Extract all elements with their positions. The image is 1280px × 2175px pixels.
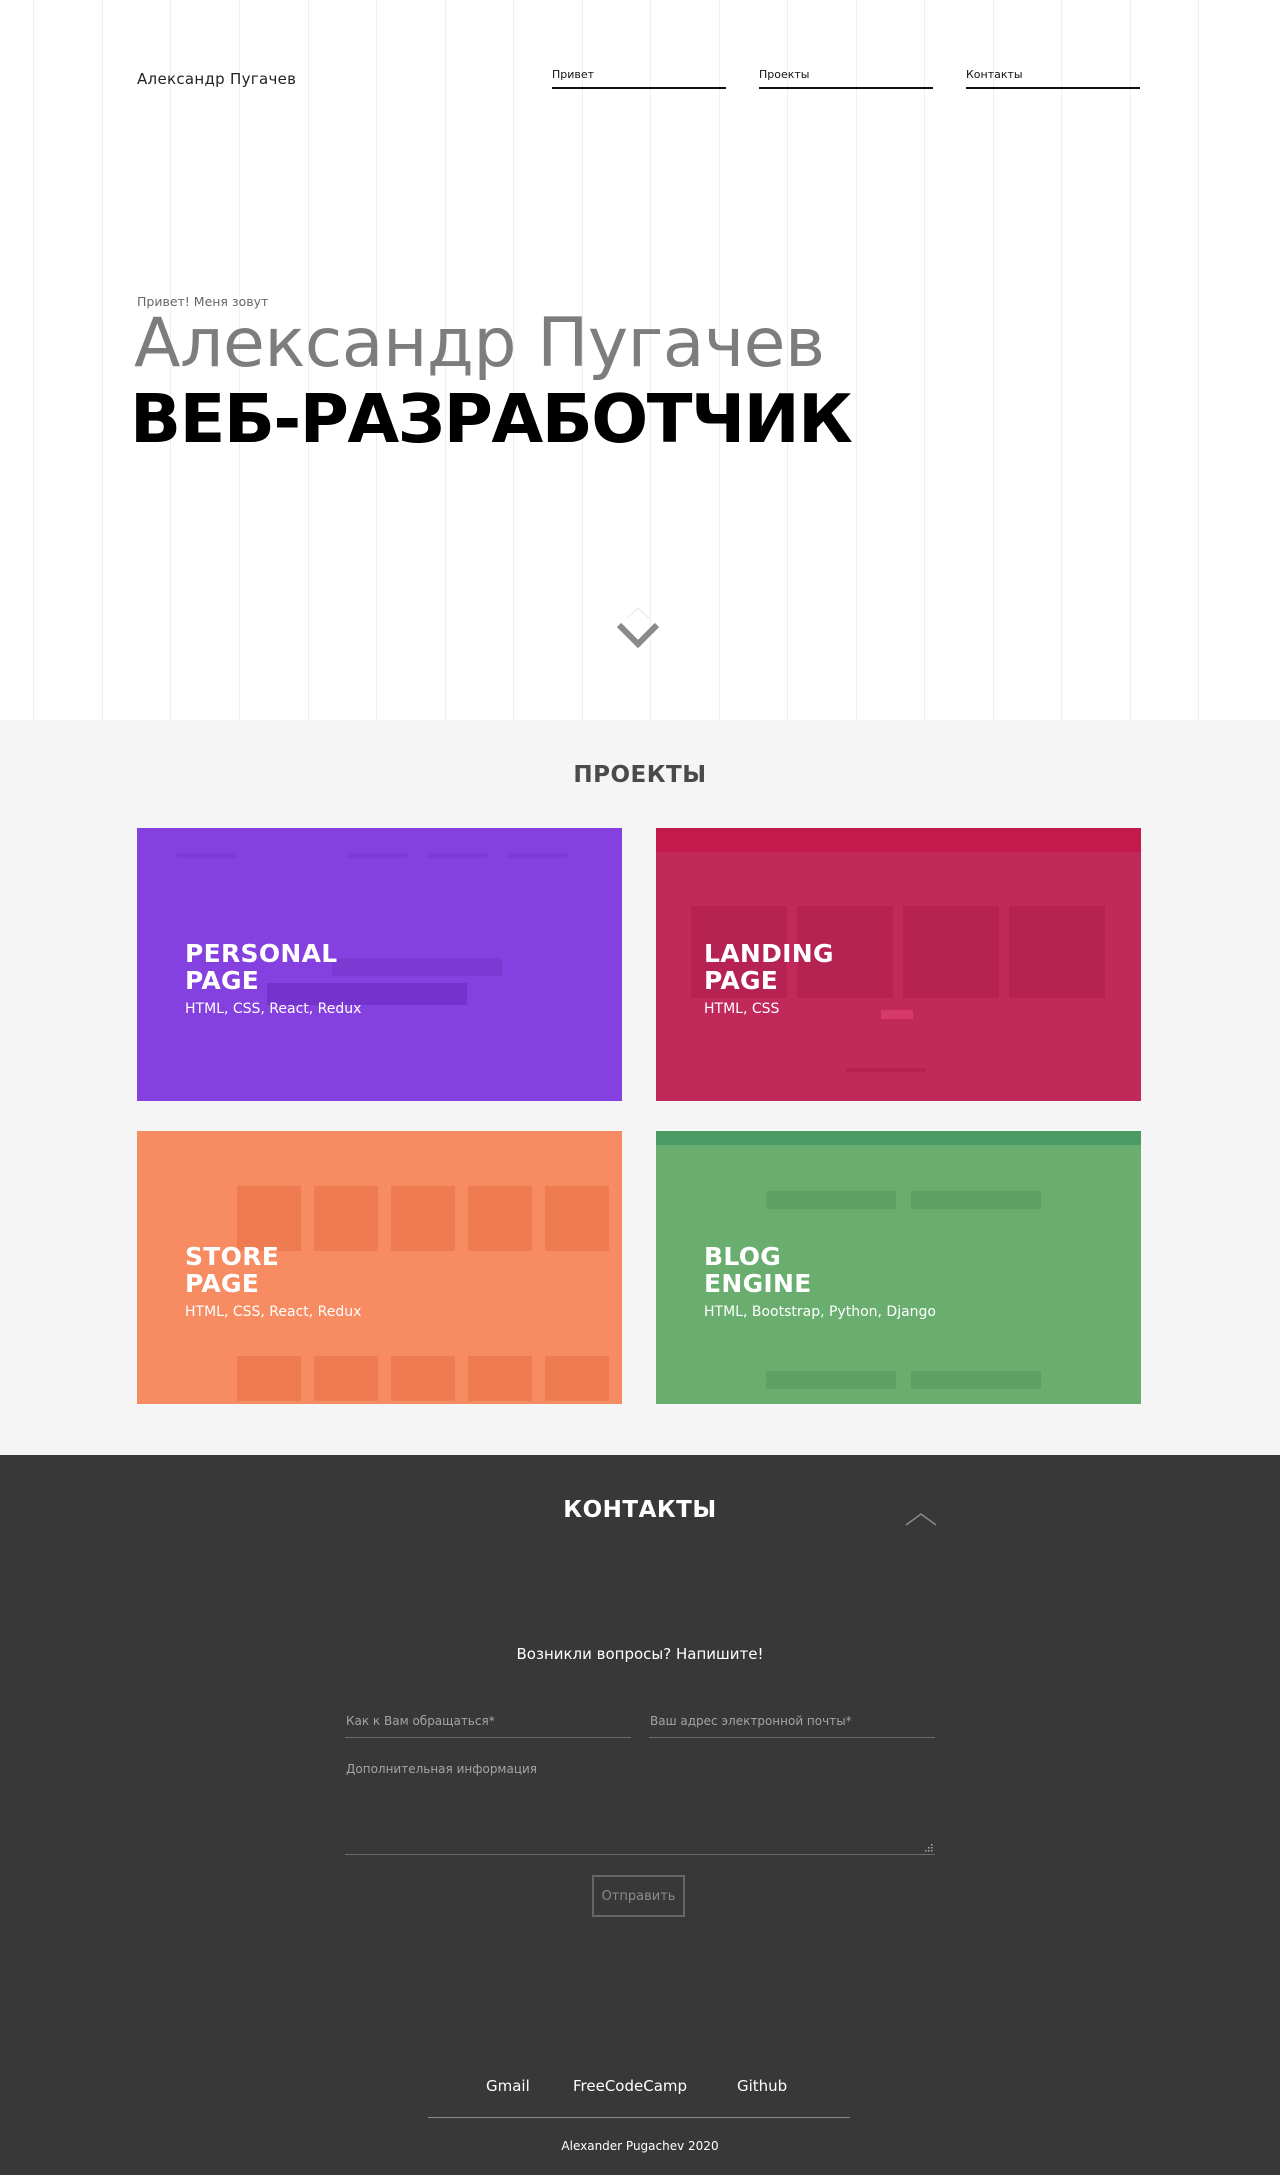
resize-grip-icon[interactable] <box>924 1843 933 1852</box>
hero-section: Александр Пугачев Привет Проекты Контакт… <box>0 0 1280 720</box>
hero-name: Александр Пугачев <box>134 304 825 383</box>
additional-info-field[interactable] <box>345 1760 935 1855</box>
project-title-line: PERSONAL <box>185 939 338 968</box>
project-title: STORE PAGE <box>185 1243 485 1297</box>
scroll-up-button[interactable] <box>904 1510 938 1530</box>
contacts-section: КОНТАКТЫ Возникли вопросы? Напишите! Отп… <box>0 1455 1280 2175</box>
project-title-line: ENGINE <box>704 1269 812 1298</box>
project-card-personal-page[interactable]: PERSONAL PAGE HTML, CSS, React, Redux <box>137 828 622 1101</box>
project-title-line: PAGE <box>185 966 260 995</box>
project-title-line: BLOG <box>704 1242 782 1271</box>
submit-button[interactable]: Отправить <box>592 1875 685 1917</box>
copyright: Alexander Pugachev 2020 <box>561 2139 719 2153</box>
email-field[interactable] <box>649 1705 935 1738</box>
footer-divider <box>428 2117 850 2118</box>
name-field[interactable] <box>345 1705 631 1738</box>
chevron-down-icon <box>616 606 660 649</box>
footer-link-freecodecamp[interactable]: FreeCodeCamp <box>573 2077 687 2095</box>
project-card-blog-engine[interactable]: BLOG ENGINE HTML, Bootstrap, Python, Dja… <box>656 1131 1141 1404</box>
project-title: PERSONAL PAGE <box>185 940 485 994</box>
project-title-line: PAGE <box>704 966 779 995</box>
project-title-line: PAGE <box>185 1269 260 1298</box>
site-name: Александр Пугачев <box>137 70 297 88</box>
scroll-down-button[interactable] <box>612 602 664 654</box>
project-card-store-page[interactable]: STORE PAGE HTML, CSS, React, Redux <box>137 1131 622 1404</box>
project-title: BLOG ENGINE <box>704 1243 1004 1297</box>
project-card-landing-page[interactable]: LANDING PAGE HTML, CSS <box>656 828 1141 1101</box>
projects-title: ПРОЕКТЫ <box>573 762 707 788</box>
project-title-line: LANDING <box>704 939 834 968</box>
chevron-up-icon <box>905 1513 937 1526</box>
nav-link-projects[interactable]: Проекты <box>759 68 933 89</box>
hero-role: ВЕБ-РАЗРАБОТЧИК <box>130 380 853 458</box>
nav-link-contacts[interactable]: Контакты <box>966 68 1140 89</box>
footer-link-github[interactable]: Github <box>737 2077 787 2095</box>
footer-link-gmail[interactable]: Gmail <box>486 2077 530 2095</box>
nav-link-hello[interactable]: Привет <box>552 68 726 89</box>
project-title-line: STORE <box>185 1242 280 1271</box>
project-tech: HTML, CSS <box>704 1001 780 1017</box>
contact-prompt: Возникли вопросы? Напишите! <box>516 1645 764 1663</box>
projects-section: ПРОЕКТЫ PERSONAL PAGE HTML, CSS, React, … <box>0 720 1280 1455</box>
contacts-title: КОНТАКТЫ <box>563 1497 717 1523</box>
project-title: LANDING PAGE <box>704 940 1004 994</box>
project-tech: HTML, Bootstrap, Python, Django <box>704 1304 936 1320</box>
project-tech: HTML, CSS, React, Redux <box>185 1304 362 1320</box>
project-tech: HTML, CSS, React, Redux <box>185 1001 362 1017</box>
